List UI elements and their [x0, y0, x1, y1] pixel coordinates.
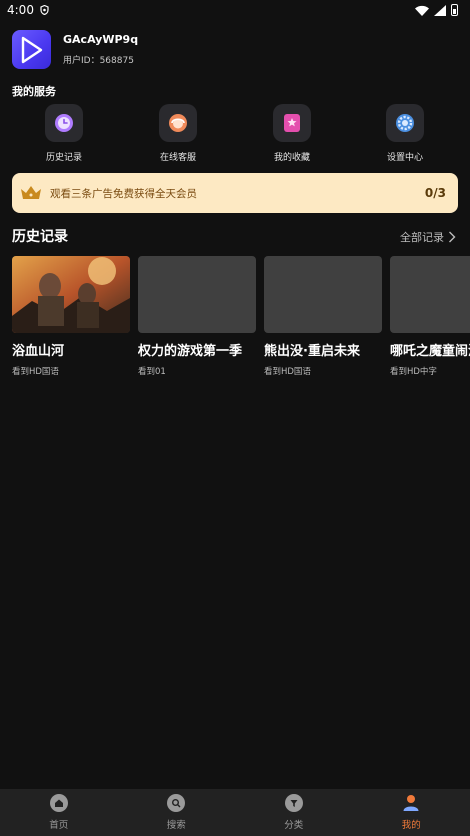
- service-favorites[interactable]: 我的收藏: [252, 104, 332, 163]
- history-card-title: 浴血山河: [12, 344, 65, 359]
- headset-icon: [159, 104, 197, 142]
- history-all-link[interactable]: 全部记录: [400, 229, 456, 245]
- nav-search[interactable]: 搜索: [118, 789, 236, 836]
- history-list: 浴血山河 看到HD国语 权力的游戏第一季 看到01 熊出没·重启未来 看到HD国…: [12, 256, 470, 376]
- signal-icon: [434, 4, 446, 16]
- history-thumbnail: [138, 256, 256, 333]
- battery-icon: [451, 4, 458, 16]
- history-card[interactable]: 浴血山河 看到HD国语: [12, 256, 130, 376]
- service-history[interactable]: 历史记录: [24, 104, 104, 163]
- history-all-label: 全部记录: [400, 231, 444, 244]
- shield-icon: [40, 5, 49, 15]
- nav-category[interactable]: 分类: [235, 789, 353, 836]
- service-settings[interactable]: 设置中心: [365, 104, 445, 163]
- service-support[interactable]: 在线客服: [138, 104, 218, 163]
- service-label: 历史记录: [45, 153, 82, 163]
- username: GAcAyWP9q: [63, 33, 139, 46]
- service-label: 设置中心: [386, 153, 423, 163]
- nav-label: 首页: [49, 820, 69, 831]
- user-id: 用户ID：568875: [63, 56, 134, 66]
- history-card-progress: 看到HD国语: [12, 367, 59, 376]
- history-card-title: 熊出没·重启未来: [264, 344, 360, 359]
- promo-count: 0/3: [424, 186, 446, 200]
- service-label: 我的收藏: [273, 153, 310, 163]
- profile-header[interactable]: GAcAyWP9q 用户ID：568875: [12, 30, 138, 69]
- history-card[interactable]: 权力的游戏第一季 看到01: [138, 256, 256, 376]
- category-icon: [284, 794, 303, 812]
- history-card-progress: 看到01: [138, 367, 166, 376]
- history-card[interactable]: 哪吒之魔童闹海 看到HD中字: [390, 256, 470, 376]
- wifi-icon: [415, 5, 429, 16]
- nav-home[interactable]: 首页: [0, 789, 118, 836]
- nav-label: 搜索: [166, 820, 186, 831]
- clock-icon: [45, 104, 83, 142]
- play-icon: [21, 36, 42, 63]
- services-title: 我的服务: [12, 85, 56, 98]
- history-thumbnail: [12, 256, 130, 333]
- chevron-right-icon: [449, 231, 456, 243]
- nav-label: 我的: [401, 820, 421, 831]
- history-thumbnail: [264, 256, 382, 333]
- bottom-nav: 首页 搜索 分类 我的: [0, 789, 470, 836]
- promo-text: 观看三条广告免费获得全天会员: [50, 187, 197, 200]
- user-icon: [403, 795, 419, 811]
- services-grid: 历史记录 在线客服 我的收藏 设置中心: [0, 104, 470, 164]
- history-card-title: 权力的游戏第一季: [138, 344, 243, 359]
- status-bar: 4:00: [0, 0, 470, 20]
- status-time: 4:00: [7, 3, 34, 17]
- service-label: 在线客服: [159, 153, 196, 163]
- avatar[interactable]: [12, 30, 51, 69]
- history-title: 历史记录: [12, 229, 68, 245]
- nav-profile[interactable]: 我的: [353, 789, 470, 836]
- crown-icon: [21, 186, 41, 199]
- bookmark-icon: [273, 104, 311, 142]
- home-icon: [49, 794, 68, 812]
- history-card-title: 哪吒之魔童闹海: [390, 344, 470, 359]
- history-card[interactable]: 熊出没·重启未来 看到HD国语: [264, 256, 382, 376]
- history-card-progress: 看到HD国语: [264, 367, 311, 376]
- history-thumbnail: [390, 256, 470, 333]
- search-icon: [167, 794, 186, 812]
- promo-banner[interactable]: 观看三条广告免费获得全天会员 0/3: [12, 173, 458, 213]
- history-card-progress: 看到HD中字: [390, 367, 437, 376]
- gear-icon: [386, 104, 424, 142]
- nav-label: 分类: [284, 820, 304, 831]
